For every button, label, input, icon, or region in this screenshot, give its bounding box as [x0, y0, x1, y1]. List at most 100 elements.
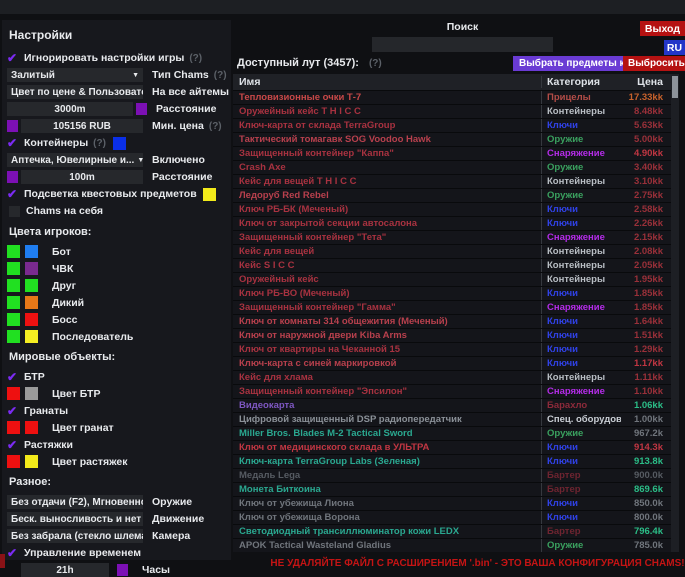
column-header-name[interactable]: Имя — [233, 76, 541, 88]
player-color-swatch-secondary[interactable] — [25, 245, 38, 258]
hours-color-swatch[interactable] — [117, 564, 128, 576]
table-row[interactable]: Видеокарта Барахло 1.06kk — [233, 399, 679, 413]
help-icon[interactable]: (?) — [189, 53, 202, 64]
table-row[interactable]: Защищенный контейнер "Тета" Снаряжение 2… — [233, 231, 679, 245]
camera-dropdown[interactable]: Без забрала (стекло шлема) ▼ — [7, 529, 143, 543]
containers-color-swatch[interactable] — [113, 137, 126, 150]
table-row[interactable]: Медаль Lega Бартер 900.0k — [233, 469, 679, 483]
table-row[interactable]: Кейс для вещей Контейнеры 2.08kk — [233, 245, 679, 259]
table-row[interactable]: Защищенный контейнер "Каппа" Снаряжение … — [233, 147, 679, 161]
checkmark-icon[interactable]: ✔ — [7, 547, 24, 559]
containers-filter-dropdown[interactable]: Аптечка, Ювелирные и... ▼ — [7, 153, 143, 167]
language-button[interactable]: RU — [664, 40, 685, 55]
player-color-swatch-secondary[interactable] — [25, 279, 38, 292]
containers-distance-swatch[interactable] — [7, 171, 18, 183]
player-color-swatch-primary[interactable] — [7, 296, 20, 309]
table-row[interactable]: Miller Bros. Blades M-2 Tactical Sword О… — [233, 427, 679, 441]
btr-color-swatch-secondary[interactable] — [25, 387, 38, 400]
tripwire-color-swatch-secondary[interactable] — [25, 455, 38, 468]
player-color-swatch-primary[interactable] — [7, 262, 20, 275]
player-color-swatch-secondary[interactable] — [25, 296, 38, 309]
search-input[interactable] — [372, 37, 553, 52]
table-row[interactable]: Тактический томагавк SOG Voodoo Hawk Ору… — [233, 133, 679, 147]
quest-items-color-swatch[interactable] — [203, 188, 216, 201]
item-price: 2.15kk — [621, 231, 667, 244]
player-color-swatch-secondary[interactable] — [25, 313, 38, 326]
min-price-color-swatch[interactable] — [7, 120, 18, 132]
grenade-color-swatch-primary[interactable] — [7, 421, 20, 434]
table-row[interactable]: Ключ от наружной двери Kiba Arms Ключи 1… — [233, 329, 679, 343]
tripwire-color-swatch-primary[interactable] — [7, 455, 20, 468]
help-icon[interactable]: (?) — [93, 138, 106, 149]
grenade-color-swatch-secondary[interactable] — [25, 421, 38, 434]
player-color-swatch-primary[interactable] — [7, 313, 20, 326]
table-row[interactable]: Ключ РБ-БК (Меченый) Ключи 2.58kk — [233, 203, 679, 217]
player-color-swatch-secondary[interactable] — [25, 330, 38, 343]
btr-color-swatch-primary[interactable] — [7, 387, 20, 400]
containers-toggle[interactable]: ✔ Контейнеры (?) — [7, 136, 231, 150]
chams-type-dropdown[interactable]: Залитый ▼ — [7, 68, 143, 82]
drop-all-button[interactable]: Выбросить все — [623, 56, 685, 71]
table-row[interactable]: Кейс для вещей T H I C C Контейнеры 3.10… — [233, 175, 679, 189]
table-row[interactable]: Кейс S I C C Контейнеры 2.05kk — [233, 259, 679, 273]
scrollbar-thumb[interactable] — [672, 76, 678, 98]
table-row[interactable]: Ключ-карта от склада TerraGroup Ключи 5.… — [233, 119, 679, 133]
btr-toggle[interactable]: ✔ БТР — [7, 370, 231, 384]
checkmark-icon[interactable]: ✔ — [7, 371, 24, 383]
table-row[interactable]: Ледоруб Red Rebel Оружие 2.75kk — [233, 189, 679, 203]
unchecked-checkbox[interactable] — [9, 206, 20, 217]
table-row[interactable]: Ключ-карта TerraGroup Labs (Зеленая) Клю… — [233, 455, 679, 469]
table-row[interactable]: Защищенный контейнер "Эпсилон" Снаряжени… — [233, 385, 679, 399]
exit-button[interactable]: Выход — [640, 21, 685, 36]
scrollbar[interactable] — [671, 74, 679, 552]
table-row[interactable]: Ключ от закрытой секции автосалона Ключи… — [233, 217, 679, 231]
help-icon[interactable]: (?) — [369, 58, 382, 69]
weapon-dropdown[interactable]: Без отдачи (F2), Мгновенное п ▼ — [7, 495, 143, 509]
distance-color-swatch[interactable] — [136, 103, 147, 115]
checkmark-icon[interactable]: ✔ — [7, 439, 24, 451]
table-row[interactable]: Ключ от квартиры на Чеканной 15 Ключи 1.… — [233, 343, 679, 357]
player-color-swatch-primary[interactable] — [7, 279, 20, 292]
checkmark-icon[interactable]: ✔ — [7, 137, 24, 149]
table-row[interactable]: Тепловизионные очки Т-7 Прицелы 17.33kk — [233, 91, 679, 105]
table-row[interactable]: Кейс для хлама Контейнеры 1.11kk — [233, 371, 679, 385]
table-row[interactable]: Оружейный кейс T H I C C Контейнеры 8.48… — [233, 105, 679, 119]
checkmark-icon[interactable]: ✔ — [7, 52, 24, 64]
min-price-input[interactable]: 105156 RUB — [21, 119, 143, 133]
player-color-swatch-secondary[interactable] — [25, 262, 38, 275]
table-row[interactable]: Crash Axe Оружие 3.40kk — [233, 161, 679, 175]
hours-input[interactable]: 21h — [21, 563, 109, 577]
help-icon[interactable]: (?) — [209, 121, 222, 132]
table-row[interactable]: Светодиодный трансиллюминатор кожи LEDX … — [233, 525, 679, 539]
table-row[interactable]: Ключ от комнаты 314 общежития (Меченый) … — [233, 315, 679, 329]
grenades-toggle[interactable]: ✔ Гранаты — [7, 404, 231, 418]
quest-items-toggle[interactable]: ✔ Подсветка квестовых предметов — [7, 187, 231, 201]
checkmark-icon[interactable]: ✔ — [7, 405, 24, 417]
color-mode-dropdown[interactable]: Цвет по цене & Пользователь ▼ — [7, 85, 143, 99]
table-row[interactable]: Защищенный контейнер "Гамма" Снаряжение … — [233, 301, 679, 315]
item-name: Ключ РБ-ВО (Меченый) — [233, 287, 541, 300]
table-row[interactable]: Ключ от убежища Лиона Ключи 850.0k — [233, 497, 679, 511]
column-header-category[interactable]: Категория — [541, 76, 621, 88]
player-color-swatch-primary[interactable] — [7, 330, 20, 343]
item-price: 850.0k — [621, 497, 667, 510]
distance-input[interactable]: 3000m — [7, 102, 133, 116]
time-control-toggle[interactable]: ✔ Управление временем — [7, 546, 231, 560]
table-row[interactable]: Ключ от медицинского склада в УЛЬТРА Клю… — [233, 441, 679, 455]
table-row[interactable]: APOK Tactical Wasteland Gladius Оружие 7… — [233, 539, 679, 552]
table-row[interactable]: Монета Биткоина Бартер 869.6k — [233, 483, 679, 497]
player-color-swatch-primary[interactable] — [7, 245, 20, 258]
table-row[interactable]: Ключ-карта с синей маркировкой Ключи 1.1… — [233, 357, 679, 371]
checkmark-icon[interactable]: ✔ — [7, 188, 24, 200]
table-row[interactable]: Цифровой защищенный DSP радиопередатчик … — [233, 413, 679, 427]
table-row[interactable]: Ключ от убежища Ворона Ключи 800.0k — [233, 511, 679, 525]
table-row[interactable]: Оружейный кейс Контейнеры 1.95kk — [233, 273, 679, 287]
tripwires-toggle[interactable]: ✔ Растяжки — [7, 438, 231, 452]
chams-self-toggle[interactable]: Chams на себя — [7, 204, 231, 218]
movement-dropdown[interactable]: Беск. выносливость и нет уста ▼ — [7, 512, 143, 526]
help-icon[interactable]: (?) — [214, 70, 227, 81]
table-row[interactable]: Ключ РБ-ВО (Меченый) Ключи 1.85kk — [233, 287, 679, 301]
containers-distance-input[interactable]: 100m — [21, 170, 143, 184]
ignore-game-settings-toggle[interactable]: ✔ Игнорировать настройки игры (?) — [7, 51, 231, 65]
column-header-price[interactable]: Цена — [621, 76, 667, 88]
